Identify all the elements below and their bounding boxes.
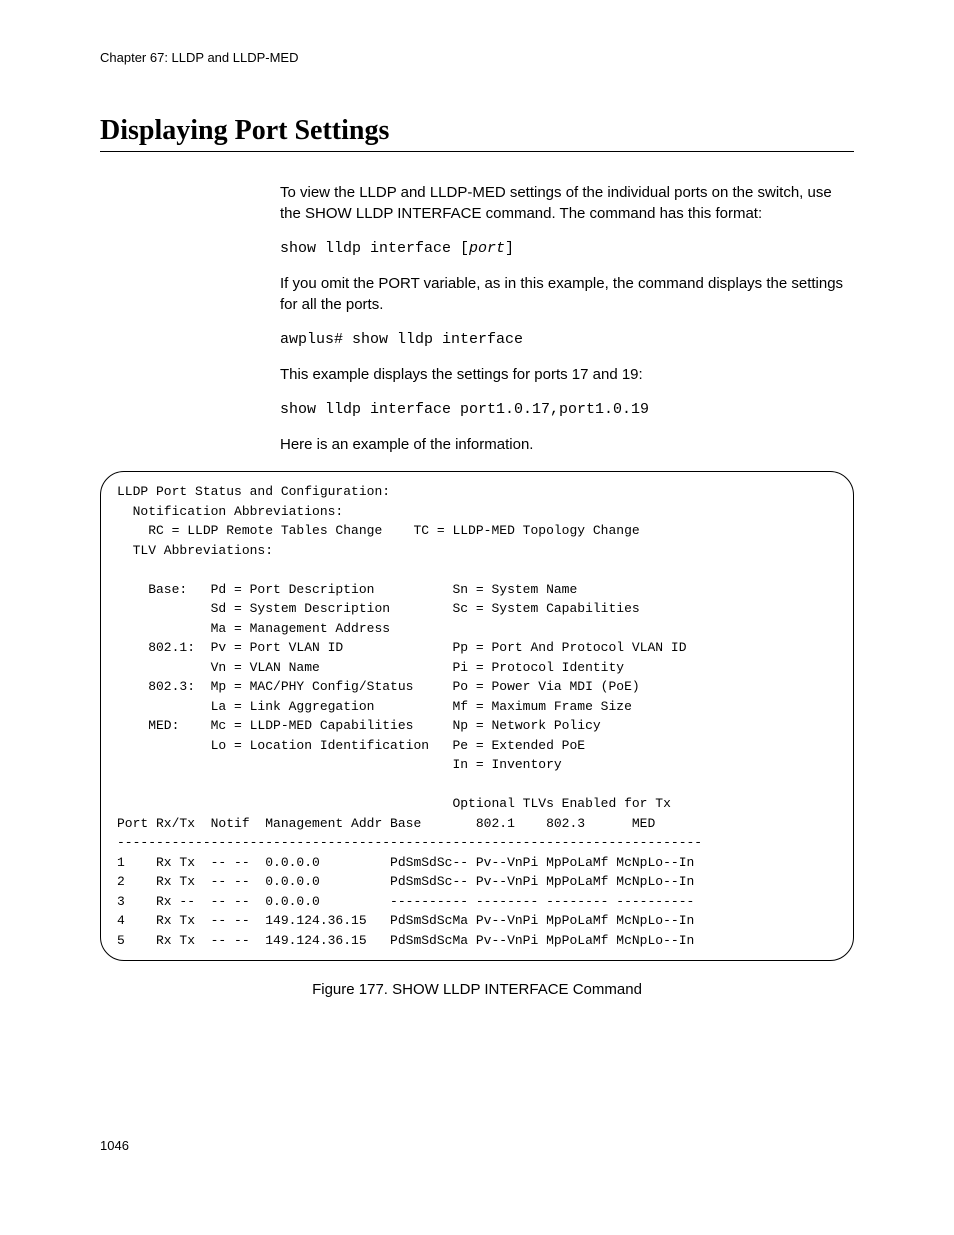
section-title: Displaying Port Settings xyxy=(100,115,854,152)
cmd-syntax-variable: port xyxy=(469,240,505,257)
command-example-2: show lldp interface port1.0.17,port1.0.1… xyxy=(280,401,854,418)
here-paragraph: Here is an example of the information. xyxy=(280,434,854,455)
cmd-syntax-post: ] xyxy=(505,240,514,257)
body-content: To view the LLDP and LLDP-MED settings o… xyxy=(280,182,854,455)
command-syntax: show lldp interface [port] xyxy=(280,240,854,257)
intro-paragraph: To view the LLDP and LLDP-MED settings o… xyxy=(280,182,854,224)
cmd-syntax-pre: show lldp interface [ xyxy=(280,240,469,257)
document-page: Chapter 67: LLDP and LLDP-MED Displaying… xyxy=(0,0,954,1193)
page-number: 1046 xyxy=(100,1138,854,1153)
command-output-box: LLDP Port Status and Configuration: Noti… xyxy=(100,471,854,961)
example-ports-paragraph: This example displays the settings for p… xyxy=(280,364,854,385)
chapter-header: Chapter 67: LLDP and LLDP-MED xyxy=(100,50,854,65)
figure-caption: Figure 177. SHOW LLDP INTERFACE Command xyxy=(100,981,854,998)
command-example-1: awplus# show lldp interface xyxy=(280,331,854,348)
omit-paragraph: If you omit the PORT variable, as in thi… xyxy=(280,273,854,315)
